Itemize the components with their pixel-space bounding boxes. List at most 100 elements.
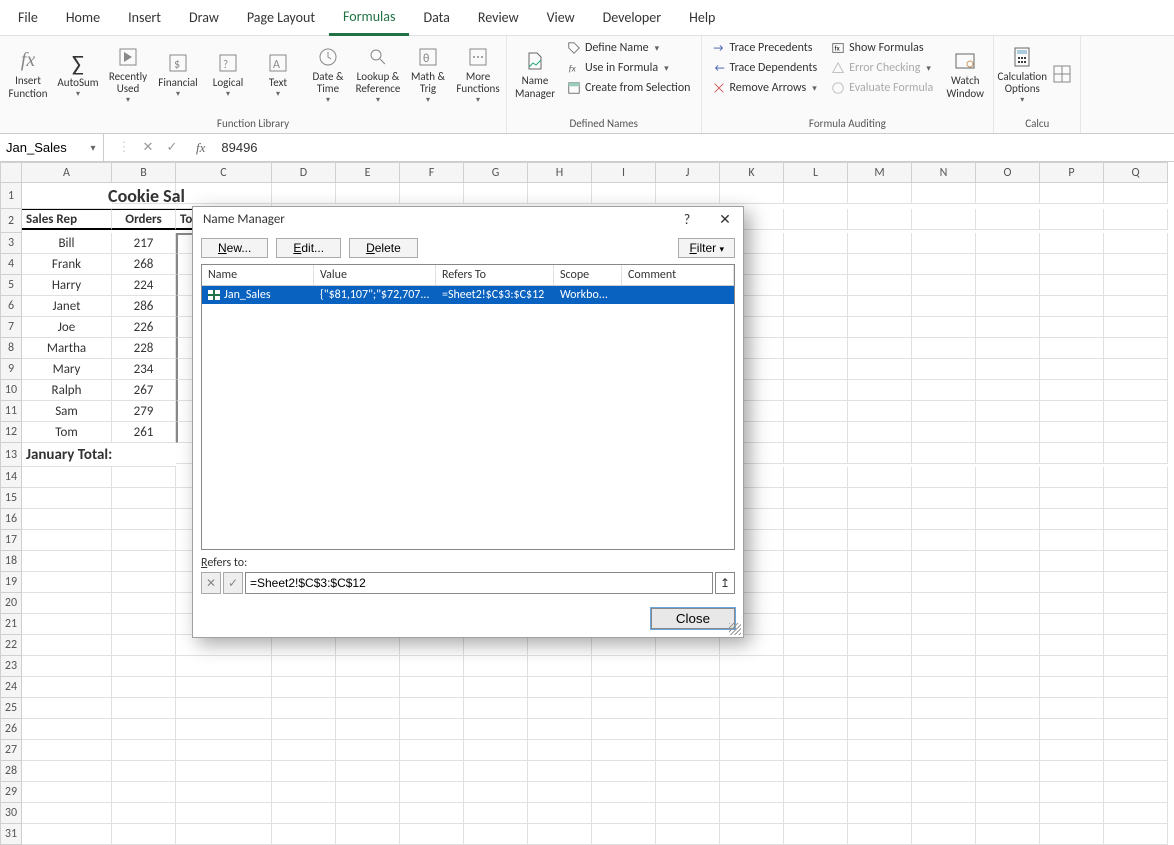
col-header-G[interactable]: G <box>464 162 528 183</box>
cell[interactable] <box>976 803 1040 824</box>
cell[interactable] <box>1040 509 1104 530</box>
cell[interactable] <box>720 719 784 740</box>
cell[interactable]: 261 <box>112 422 176 443</box>
evaluate-formula-button[interactable]: Evaluate Formula <box>825 78 939 98</box>
cell[interactable] <box>976 530 1040 551</box>
cell[interactable] <box>528 782 592 803</box>
show-formulas-button[interactable]: fx Show Formulas <box>825 38 939 58</box>
cell[interactable] <box>848 593 912 614</box>
cell[interactable] <box>912 803 976 824</box>
cell[interactable] <box>848 635 912 656</box>
cell[interactable] <box>784 677 848 698</box>
refers-accept-button[interactable]: ✓ <box>223 572 243 594</box>
cell[interactable] <box>272 782 336 803</box>
create-from-selection-button[interactable]: Create from Selection <box>561 78 697 98</box>
cell[interactable] <box>784 572 848 593</box>
cell[interactable] <box>400 782 464 803</box>
cell[interactable] <box>1104 275 1168 296</box>
cell[interactable] <box>784 359 848 380</box>
row-header-24[interactable]: 24 <box>0 677 22 698</box>
cell[interactable] <box>784 233 848 254</box>
cell[interactable] <box>784 614 848 635</box>
select-all-corner[interactable] <box>0 162 22 183</box>
cell[interactable] <box>976 359 1040 380</box>
cell[interactable] <box>1040 572 1104 593</box>
row-header-28[interactable]: 28 <box>0 761 22 782</box>
cell[interactable]: 226 <box>112 317 176 338</box>
cell[interactable] <box>848 359 912 380</box>
cell[interactable] <box>1040 761 1104 782</box>
cell[interactable] <box>784 467 848 488</box>
cell[interactable] <box>528 635 592 656</box>
cell[interactable] <box>1040 183 1104 204</box>
cell[interactable]: Joe <box>22 317 112 338</box>
cell[interactable]: Mary <box>22 359 112 380</box>
cell[interactable] <box>784 656 848 677</box>
cell[interactable]: Frank <box>22 254 112 275</box>
cell[interactable] <box>976 488 1040 509</box>
recently-used-button[interactable]: Recently Used▾ <box>104 38 152 112</box>
cell[interactable] <box>112 740 176 761</box>
cell[interactable] <box>848 296 912 317</box>
cell[interactable] <box>592 761 656 782</box>
cell[interactable]: Harry <box>22 275 112 296</box>
cell[interactable] <box>784 401 848 422</box>
cell[interactable] <box>176 677 272 698</box>
cell[interactable] <box>464 719 528 740</box>
cell[interactable] <box>22 635 112 656</box>
row-header-11[interactable]: 11 <box>0 401 22 422</box>
cell[interactable] <box>22 530 112 551</box>
row-header-5[interactable]: 5 <box>0 275 22 296</box>
row-header-9[interactable]: 9 <box>0 359 22 380</box>
cell[interactable] <box>528 740 592 761</box>
row-header-29[interactable]: 29 <box>0 782 22 803</box>
name-box-dropdown[interactable]: ▾ <box>85 138 101 156</box>
tab-formulas[interactable]: Formulas <box>329 0 409 36</box>
cell[interactable] <box>912 698 976 719</box>
cell[interactable] <box>22 614 112 635</box>
cell[interactable] <box>848 698 912 719</box>
cell[interactable] <box>1104 656 1168 677</box>
cell[interactable] <box>976 233 1040 254</box>
cell[interactable]: Tom <box>22 422 112 443</box>
cell[interactable] <box>784 338 848 359</box>
cell[interactable] <box>272 635 336 656</box>
cell[interactable] <box>400 635 464 656</box>
cell[interactable] <box>22 467 112 488</box>
cell[interactable] <box>720 677 784 698</box>
cell[interactable] <box>1104 209 1168 230</box>
cell[interactable] <box>848 572 912 593</box>
cell[interactable] <box>336 740 400 761</box>
cell[interactable] <box>592 824 656 845</box>
col-header-F[interactable]: F <box>400 162 464 183</box>
cell[interactable] <box>400 656 464 677</box>
cell[interactable] <box>592 782 656 803</box>
cell[interactable] <box>784 551 848 572</box>
cell[interactable] <box>976 401 1040 422</box>
col-header-J[interactable]: J <box>656 162 720 183</box>
cell[interactable]: Bill <box>22 233 112 254</box>
use-in-formula-button[interactable]: fx Use in Formula▾ <box>561 58 697 78</box>
cell[interactable] <box>912 677 976 698</box>
cell[interactable] <box>976 296 1040 317</box>
row-header-25[interactable]: 25 <box>0 698 22 719</box>
cell[interactable]: Sam <box>22 401 112 422</box>
cell[interactable] <box>592 803 656 824</box>
tab-home[interactable]: Home <box>52 1 114 34</box>
cell[interactable] <box>976 572 1040 593</box>
text-button[interactable]: A Text▾ <box>254 38 302 112</box>
filter-button[interactable]: Filter ▾ <box>678 238 735 258</box>
cell[interactable] <box>112 509 176 530</box>
row-header-15[interactable]: 15 <box>0 488 22 509</box>
cell[interactable] <box>336 803 400 824</box>
cell[interactable] <box>784 183 848 204</box>
cell[interactable] <box>848 509 912 530</box>
cell[interactable] <box>176 740 272 761</box>
cell[interactable] <box>784 782 848 803</box>
cell[interactable] <box>976 656 1040 677</box>
insert-function-button[interactable]: fx Insert Function <box>4 38 52 112</box>
cell[interactable] <box>848 551 912 572</box>
col-header-C[interactable]: C <box>176 162 272 183</box>
cell[interactable] <box>1040 359 1104 380</box>
cell[interactable] <box>656 761 720 782</box>
